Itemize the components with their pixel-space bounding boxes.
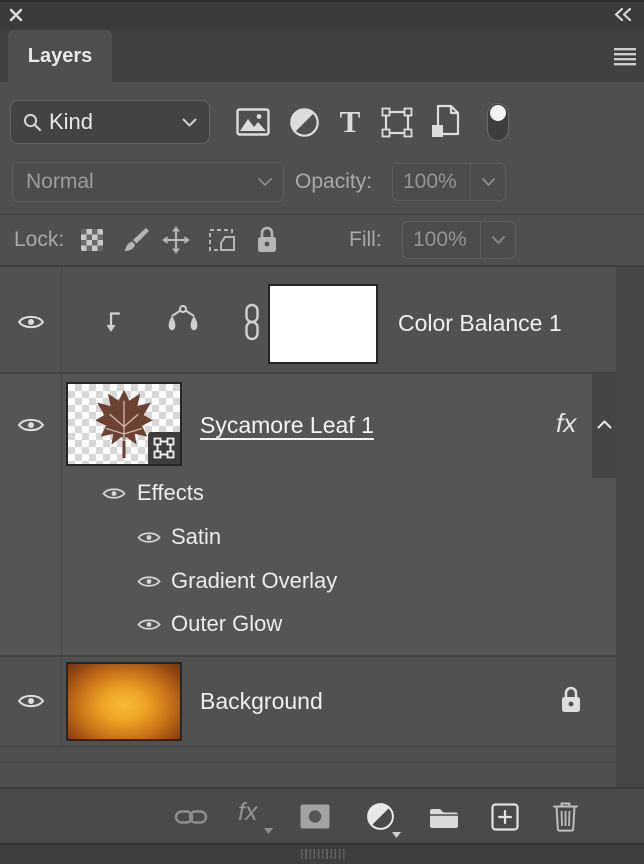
add-layer-mask-icon[interactable] (300, 804, 330, 829)
eye-column-divider (61, 267, 62, 747)
lock-position-icon[interactable] (162, 226, 190, 254)
row-divider (0, 746, 616, 747)
resize-grip-handle[interactable] (301, 849, 347, 859)
sycamore-leaf-image (92, 388, 156, 460)
fill-label: Fill: (349, 217, 382, 263)
effects-visibility-eye-icon[interactable] (102, 486, 126, 501)
fx-collapse-chevron-up-icon[interactable] (596, 419, 612, 429)
layer-fx-badge[interactable]: fx (556, 408, 576, 439)
clipping-mask-arrow-icon (106, 311, 122, 334)
search-icon (23, 113, 42, 132)
layer-name[interactable]: Background (200, 688, 323, 715)
kind-filter-label: Kind (49, 109, 93, 135)
layer-thumbnail-sycamore[interactable] (66, 382, 182, 466)
layer-name[interactable]: Sycamore Leaf 1 (200, 412, 374, 439)
layer-lock-icon[interactable] (559, 685, 583, 715)
fx-label: fx (238, 798, 257, 826)
effect-visibility-eye-icon[interactable] (137, 530, 161, 545)
add-adjustment-layer-icon[interactable] (366, 802, 395, 831)
effect-item[interactable]: Gradient Overlay (171, 568, 337, 594)
panel-titlebar (0, 0, 644, 28)
layer-thumbnail-background[interactable] (66, 662, 182, 741)
type-layer-filter-icon[interactable]: T (336, 104, 364, 140)
visibility-eye-icon[interactable] (17, 313, 45, 331)
collapse-panel-icon[interactable] (612, 7, 634, 22)
effect-item[interactable]: Satin (171, 524, 221, 550)
fill-dropdown-chevron[interactable] (480, 222, 515, 258)
pixel-layer-filter-icon[interactable] (236, 108, 270, 136)
effects-header[interactable]: Effects (137, 480, 204, 506)
scrollbar-track[interactable] (616, 267, 644, 788)
blend-mode-value: Normal (26, 170, 94, 194)
opacity-value[interactable]: 100% (393, 164, 470, 200)
add-layer-style-icon[interactable]: fx (238, 798, 274, 834)
panel-menu-icon[interactable] (612, 46, 638, 66)
chevron-down-icon (182, 118, 197, 127)
lock-all-icon[interactable] (255, 225, 279, 255)
effect-visibility-eye-icon[interactable] (137, 617, 161, 632)
layer-name[interactable]: Color Balance 1 (398, 310, 562, 337)
adjustment-mask-thumbnail[interactable] (268, 284, 378, 364)
lock-label: Lock: (14, 217, 64, 263)
new-layer-icon[interactable] (491, 803, 519, 831)
visibility-eye-icon[interactable] (17, 692, 45, 710)
opacity-label: Opacity: (295, 162, 372, 202)
fill-value[interactable]: 100% (403, 222, 480, 258)
filter-toggle-knob (490, 105, 506, 121)
row-divider (0, 762, 616, 763)
divider (0, 214, 644, 215)
smart-object-filter-icon[interactable] (430, 104, 460, 139)
tab-layers-label: Layers (28, 45, 93, 68)
tab-layers[interactable]: Layers (8, 30, 112, 82)
link-layers-icon[interactable] (174, 806, 208, 828)
kind-filter-dropdown[interactable]: Kind (10, 100, 210, 144)
lock-transparency-icon[interactable] (81, 229, 103, 251)
color-balance-scales-icon (165, 304, 201, 340)
blend-mode-select[interactable]: Normal (12, 162, 284, 202)
visibility-eye-icon[interactable] (17, 416, 45, 434)
filter-toggle[interactable] (487, 103, 509, 141)
lock-paint-icon[interactable] (122, 226, 150, 254)
type-filter-glyph: T (340, 104, 361, 140)
opacity-dropdown-chevron[interactable] (470, 164, 505, 200)
smart-object-badge (148, 432, 180, 464)
shape-layer-filter-icon[interactable] (381, 107, 413, 138)
adjustment-layer-filter-icon[interactable] (289, 107, 320, 138)
effect-visibility-eye-icon[interactable] (137, 574, 161, 589)
layers-panel: Layers Kind (0, 0, 644, 864)
delete-layer-trash-icon[interactable] (552, 801, 579, 832)
effect-item[interactable]: Outer Glow (171, 611, 282, 637)
new-group-folder-icon[interactable] (428, 805, 460, 829)
opacity-field[interactable]: 100% (392, 163, 506, 201)
chevron-down-icon (258, 178, 272, 186)
lock-artboard-icon[interactable] (207, 227, 237, 254)
fill-field[interactable]: 100% (402, 221, 516, 259)
mask-link-icon[interactable] (243, 303, 261, 341)
close-icon[interactable] (8, 7, 24, 23)
